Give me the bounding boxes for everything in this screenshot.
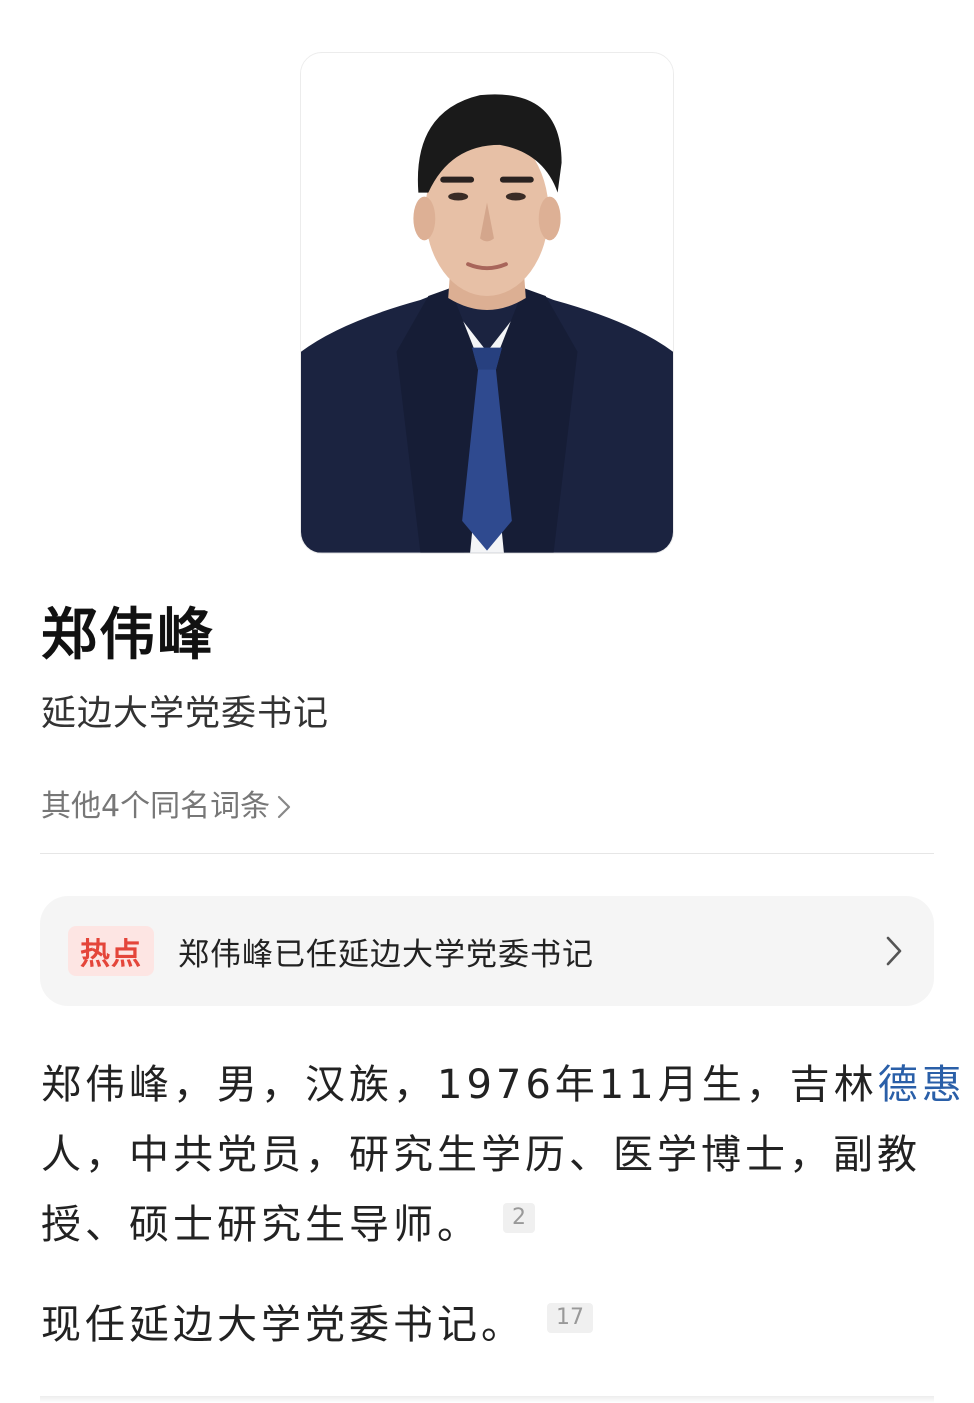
- reference-badge[interactable]: 2: [503, 1203, 535, 1233]
- section-divider: [40, 853, 934, 854]
- intro-text: 授、硕士研究生导师。: [41, 1202, 481, 1248]
- reference-badge[interactable]: 17: [547, 1303, 593, 1333]
- homonyms-link[interactable]: 其他4个同名词条: [41, 786, 292, 828]
- portrait-photo[interactable]: [300, 52, 674, 554]
- chevron-right-icon: [886, 936, 902, 966]
- hot-headline: 郑伟峰已任延边大学党委书记: [178, 936, 594, 973]
- place-link-dehui[interactable]: 德惠: [878, 1062, 966, 1108]
- next-section-edge: [40, 1396, 934, 1403]
- intro-line-1: 郑伟峰，男，汉族，1976年11月生，吉林德惠: [41, 1050, 962, 1120]
- portrait-image: [301, 53, 673, 553]
- intro-paragraph: 郑伟峰，男，汉族，1976年11月生，吉林德惠 人，中共党员，研究生学历、医学博…: [41, 1050, 962, 1260]
- current-position-paragraph: 现任延边大学党委书记。 17: [41, 1290, 593, 1360]
- homonyms-label: 其他4个同名词条: [41, 789, 271, 824]
- chevron-right-icon: [277, 795, 291, 819]
- hot-topic-banner[interactable]: 热点 郑伟峰已任延边大学党委书记: [40, 896, 934, 1006]
- hot-badge: 热点: [68, 926, 154, 976]
- intro-line-3: 授、硕士研究生导师。 2: [41, 1190, 941, 1260]
- intro-text: 郑伟峰，男，汉族，1976年11月生，吉林: [41, 1062, 878, 1108]
- intro-line-2: 人，中共党员，研究生学历、医学博士，副教: [41, 1132, 921, 1178]
- entry-title: 郑伟峰: [41, 603, 215, 668]
- entry-subtitle: 延边大学党委书记: [41, 694, 330, 734]
- current-position-text: 现任延边大学党委书记。: [41, 1302, 525, 1348]
